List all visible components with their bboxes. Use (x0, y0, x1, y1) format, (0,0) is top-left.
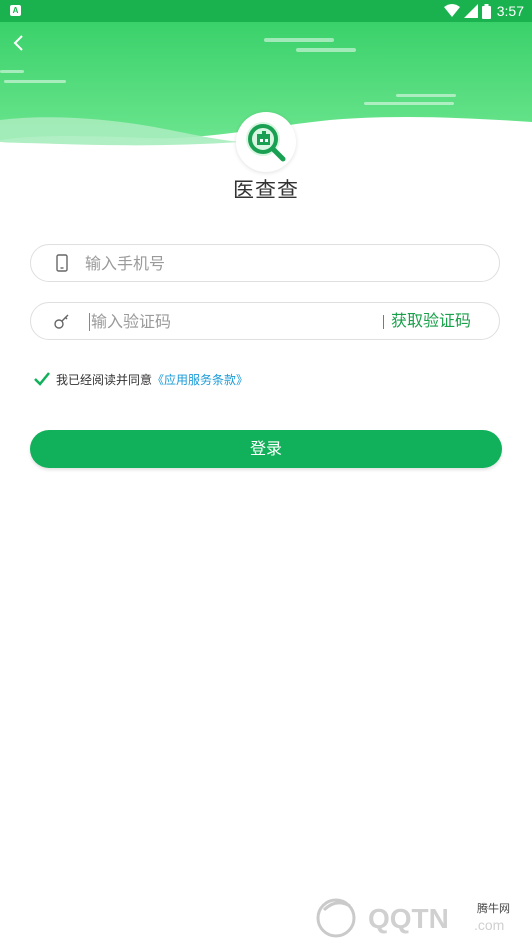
watermark-brand: QQTN (368, 903, 449, 934)
key-icon (54, 314, 69, 329)
phone-icon (56, 254, 68, 272)
wifi-icon (443, 4, 460, 17)
app-title: 医查查 (233, 178, 299, 202)
watermark-suffix: .com (474, 917, 504, 933)
code-input[interactable] (91, 303, 291, 339)
get-code-button[interactable]: 获取验证码 (391, 303, 471, 339)
watermark-logo: QQTN .com (316, 898, 504, 938)
code-divider (383, 315, 384, 329)
code-field[interactable]: 获取验证码 (30, 302, 500, 340)
status-icons: 3:57 (443, 3, 524, 19)
signal-icon (463, 4, 478, 18)
check-icon[interactable] (34, 371, 50, 387)
phone-field[interactable] (30, 244, 500, 282)
magnifier-hospital-icon (246, 122, 286, 162)
terms-link[interactable]: 《应用服务条款》 (152, 371, 248, 388)
text-caret (89, 313, 90, 331)
battery-icon (481, 3, 491, 19)
status-bar: A 3:57 (0, 0, 532, 22)
agreement-row: 我已经阅读并同意 《应用服务条款》 (34, 369, 248, 389)
notification-icon: A (10, 5, 21, 16)
phone-input[interactable] (85, 245, 285, 281)
back-button[interactable] (4, 28, 34, 58)
agreement-text: 我已经阅读并同意 (56, 372, 153, 387)
login-button[interactable]: 登录 (30, 430, 502, 468)
chevron-left-icon (13, 35, 23, 51)
clock-time: 3:57 (496, 3, 524, 19)
app-logo (236, 112, 296, 172)
